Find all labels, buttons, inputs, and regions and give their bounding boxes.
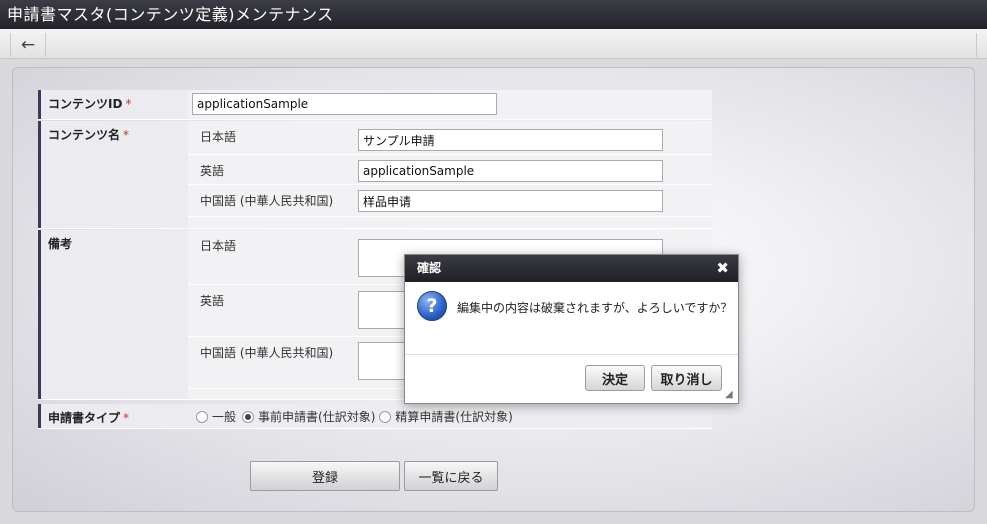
application-type-radio-group: 一般 事前申請書(仕訳対象) 精算申請書(仕訳対象) bbox=[194, 408, 513, 425]
radio-general-label: 一般 bbox=[212, 410, 237, 424]
required-mark: * bbox=[123, 411, 130, 425]
toolbar-divider bbox=[976, 33, 977, 57]
content-id-field-area bbox=[188, 90, 712, 119]
content-name-zh: 中国語 (中華人民共和国) bbox=[188, 185, 712, 217]
back-to-list-button[interactable]: 一覧に戻る bbox=[404, 461, 498, 491]
dialog-ok-button[interactable]: 決定 bbox=[585, 365, 645, 391]
resize-grip-icon[interactable]: ◢ bbox=[725, 390, 735, 400]
content-name-label: コンテンツ名 * bbox=[38, 121, 186, 228]
application-type-label: 申請書タイプ * bbox=[38, 404, 186, 428]
locale-label-en: 英語 bbox=[200, 164, 225, 178]
radio-general[interactable] bbox=[196, 410, 208, 423]
content-name-ja-input[interactable] bbox=[358, 129, 663, 151]
register-button[interactable]: 登録 bbox=[250, 461, 400, 491]
dialog-titlebar: 確認 ✖ bbox=[405, 255, 738, 282]
confirm-dialog: 確認 ✖ ? 編集中の内容は破棄されますが、よろしいですか？ 決定 取り消し ◢ bbox=[404, 254, 739, 404]
question-icon: ? bbox=[417, 291, 447, 321]
window-title: 申請書マスタ(コンテンツ定義)メンテナンス bbox=[0, 0, 987, 29]
locale-label-ja: 日本語 bbox=[200, 130, 237, 144]
row-content-name: コンテンツ名* 日本語 英語 中国語 (中華人民共和国) bbox=[38, 121, 712, 229]
dialog-message: 編集中の内容は破棄されますが、よろしいですか？ bbox=[457, 301, 733, 315]
locale-label-ja: 日本語 bbox=[200, 239, 237, 253]
content-name-en: 英語 bbox=[188, 155, 712, 185]
content-name-field-area: 日本語 英語 中国語 (中華人民共和国) bbox=[188, 121, 712, 228]
required-mark: * bbox=[125, 97, 132, 111]
toolbar: ← bbox=[0, 29, 987, 59]
radio-settlement-application[interactable] bbox=[379, 410, 392, 423]
content-id-input[interactable] bbox=[192, 93, 497, 115]
dialog-cancel-button[interactable]: 取り消し bbox=[651, 365, 722, 391]
row-content-id: コンテンツID * bbox=[38, 90, 712, 120]
required-mark: * bbox=[123, 128, 130, 142]
locale-label-zh: 中国語 (中華人民共和国) bbox=[200, 194, 334, 208]
dialog-body: ? 編集中の内容は破棄されますが、よろしいですか？ bbox=[405, 282, 738, 355]
content-id-label-text: コンテンツID bbox=[48, 97, 123, 111]
content-name-zh-input[interactable] bbox=[358, 190, 663, 212]
locale-label-en: 英語 bbox=[200, 294, 225, 308]
remarks-label: 備考 bbox=[38, 230, 186, 399]
row-application-type: 申請書タイプ * 一般 事前申請書(仕訳対象) 精算申請書(仕訳対象) bbox=[38, 404, 712, 429]
content-name-en-input[interactable] bbox=[358, 160, 663, 182]
radio-settlement-application-label: 精算申請書(仕訳対象) bbox=[395, 410, 513, 424]
application-type-label-text: 申請書タイプ bbox=[48, 411, 121, 425]
content-id-label: コンテンツID * bbox=[38, 90, 186, 119]
dialog-title: 確認 bbox=[417, 261, 442, 275]
radio-advance-application[interactable] bbox=[242, 410, 255, 423]
content-name-label-text: コンテンツ名 bbox=[48, 128, 121, 142]
radio-advance-application-label: 事前申請書(仕訳対象) bbox=[258, 410, 376, 424]
content-name-ja: 日本語 bbox=[188, 121, 712, 155]
back-arrow-icon[interactable]: ← bbox=[10, 33, 46, 57]
close-icon[interactable]: ✖ bbox=[716, 255, 729, 282]
locale-label-zh: 中国語 (中華人民共和国) bbox=[200, 346, 334, 360]
